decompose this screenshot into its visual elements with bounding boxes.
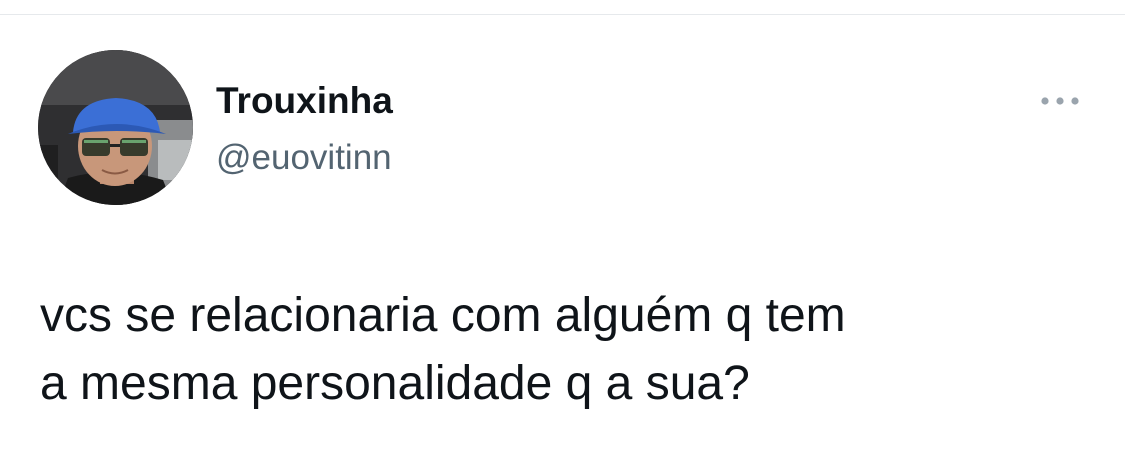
more-options-button[interactable]	[1034, 86, 1086, 116]
author-display-name[interactable]: Trouxinha	[216, 78, 393, 124]
tweet-text-line: vcs se relacionaria com alguém q tem	[40, 289, 846, 342]
tweet-card: Trouxinha @euovitinn vcs se relacionaria…	[0, 0, 1125, 461]
author-handle[interactable]: @euovitinn	[216, 136, 392, 180]
tweet-text-line: a mesma personalidade q a sua?	[40, 357, 750, 410]
profile-photo-icon	[38, 50, 193, 205]
avatar[interactable]	[38, 50, 193, 205]
tweet-text: vcs se relacionaria com alguém q tem a m…	[40, 282, 1090, 418]
more-horizontal-icon	[1041, 97, 1079, 105]
